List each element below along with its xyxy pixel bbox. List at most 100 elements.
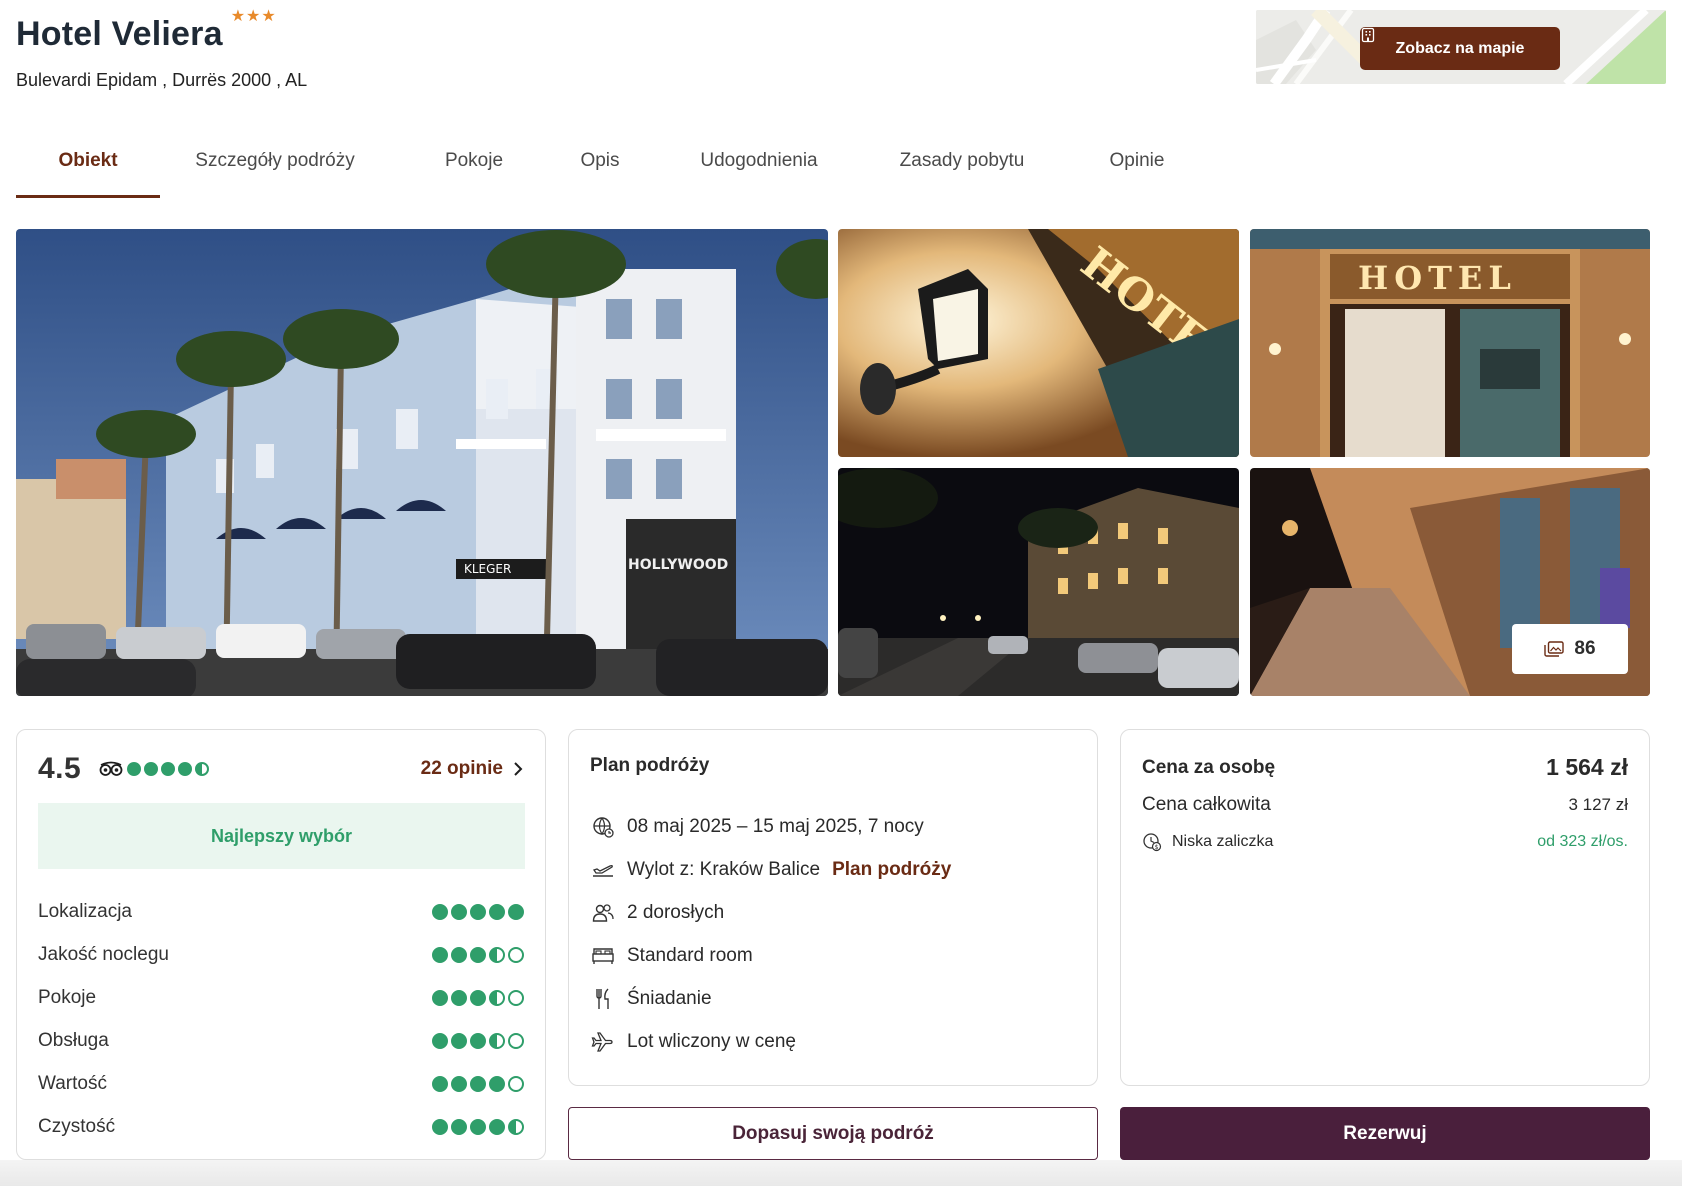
rating-row-dots — [432, 903, 524, 920]
plan-guests: 2 dorosłych — [627, 901, 725, 923]
hotel-name: Hotel Veliera — [16, 15, 223, 53]
hotel-exterior-photo: KLEGER HOLLYWOOD — [16, 229, 828, 696]
rating-dot — [470, 946, 486, 963]
rating-dot — [489, 1118, 505, 1135]
rating-row-label: Pokoje — [38, 986, 97, 1008]
building-icon — [1361, 27, 1375, 43]
plan-room: Standard room — [627, 944, 753, 966]
rating-dot — [489, 1075, 505, 1092]
rating-row-dots — [432, 1032, 524, 1049]
tab-label: Obiekt — [58, 150, 118, 171]
plan-item-departure: Wylot z: Kraków Balice Plan podróży — [590, 848, 1076, 891]
rating-row-dots — [432, 946, 524, 963]
rating-row-jakosc-noclegu: Jakość noclegu — [38, 933, 524, 976]
plan-item-flight-included: Lot wliczony w cenę — [590, 1020, 1076, 1063]
price-total-label: Cena całkowita — [1142, 794, 1271, 815]
rating-row-label: Jakość noclegu — [38, 943, 169, 965]
rating-dot — [470, 1075, 486, 1092]
bed-icon — [590, 943, 616, 969]
rating-dot — [432, 1032, 448, 1049]
price-per-person-row: Cena za osobę 1 564 zł — [1142, 754, 1628, 781]
rating-row-label: Obsługa — [38, 1029, 109, 1051]
price-card: Cena za osobę 1 564 zł Cena całkowita 3 … — [1120, 729, 1650, 1086]
rating-dot — [451, 1118, 467, 1135]
deposit-label: Niska zaliczka — [1172, 833, 1274, 850]
page-bottom-edge — [0, 1160, 1682, 1186]
rating-dot — [432, 1118, 448, 1135]
deposit-value: od 323 zł/os. — [1537, 833, 1628, 850]
rating-dot — [432, 903, 448, 920]
gallery-photo-entrance[interactable]: HOTEL — [1250, 229, 1650, 457]
rating-dot — [432, 946, 448, 963]
gallery-photo-arcade[interactable]: 86 — [1250, 468, 1650, 696]
rating-dot — [489, 946, 505, 963]
tab-pokoje[interactable]: Pokoje — [434, 140, 514, 198]
rating-row-dots — [432, 1118, 524, 1135]
rating-row-label: Lokalizacja — [38, 900, 132, 922]
rating-dot — [470, 989, 486, 1006]
star-icon: ★ — [246, 8, 261, 25]
kleger-sign: KLEGER — [464, 562, 511, 576]
rating-dot — [508, 903, 524, 920]
trip-plan-list: 08 maj 2025 – 15 maj 2025, 7 nocy Wylot … — [590, 805, 1076, 1063]
rating-row-dots — [432, 989, 524, 1006]
rating-dot — [432, 1075, 448, 1092]
rating-dot — [161, 762, 176, 776]
coin-clock-icon: $ — [1143, 833, 1162, 852]
images-icon — [1544, 641, 1565, 657]
rating-row-pokoje: Pokoje — [38, 976, 524, 1019]
plan-item-dates: 08 maj 2025 – 15 maj 2025, 7 nocy — [590, 805, 1076, 848]
deposit-info: $ Niska zaliczka — [1142, 832, 1273, 852]
plan-departure: Wylot z: Kraków Balice — [627, 858, 821, 880]
price-total-row: Cena całkowita 3 127 zł — [1142, 794, 1628, 816]
rating-dot — [470, 1118, 486, 1135]
tab-opinie[interactable]: Opinie — [1102, 140, 1172, 198]
gallery-photo-main[interactable]: KLEGER HOLLYWOOD — [16, 229, 828, 696]
tab-szczegoly-podrozy[interactable]: Szczegóły podróży — [185, 140, 365, 198]
reviews-link[interactable]: 22 opinie — [421, 758, 523, 780]
show-on-map-button[interactable]: Zobacz na mapie — [1360, 27, 1560, 70]
tab-zasady-pobytu[interactable]: Zasady pobytu — [892, 140, 1032, 198]
map-preview[interactable]: Zobacz na mapie — [1256, 10, 1666, 84]
rating-row-label: Wartość — [38, 1072, 107, 1094]
rating-dot — [508, 1118, 524, 1135]
rating-row-lokalizacja: Lokalizacja — [38, 890, 524, 933]
rating-header: 4.5 22 opinie — [38, 752, 523, 786]
plane-takeoff-icon — [590, 857, 616, 883]
rating-dot — [451, 1032, 467, 1049]
tab-opis[interactable]: Opis — [570, 140, 630, 198]
rating-row-czystosc: Czystość — [38, 1105, 524, 1148]
all-photos-button[interactable]: 86 — [1512, 624, 1628, 674]
tab-udogodnienia[interactable]: Udogodnienia — [694, 140, 824, 198]
rating-dot — [178, 762, 193, 776]
trip-plan-card: Plan podróży 08 maj 2025 – 15 maj 2025, … — [568, 729, 1098, 1086]
rating-dot — [489, 989, 505, 1006]
svg-text:$: $ — [1155, 844, 1159, 851]
plan-flight-included: Lot wliczony w cenę — [627, 1030, 796, 1052]
book-button[interactable]: Rezerwuj — [1120, 1107, 1650, 1160]
plan-details-link[interactable]: Plan podróży — [832, 859, 951, 881]
plan-item-room: Standard room — [590, 934, 1076, 977]
rating-dots — [127, 762, 210, 776]
hotel-header: Hotel Veliera ★ ★ ★ Bulevardi Epidam , D… — [16, 8, 1666, 90]
chevron-right-icon — [514, 762, 523, 776]
tab-obiekt[interactable]: Obiekt — [16, 140, 160, 198]
rating-dot — [195, 762, 210, 776]
customize-trip-button[interactable]: Dopasuj swoją podróż — [568, 1107, 1098, 1160]
tab-label: Szczegóły podróży — [195, 150, 355, 171]
plan-board: Śniadanie — [627, 987, 712, 1009]
rating-card: 4.5 22 opinie Najlepszy wybór Lokalizacj… — [16, 729, 546, 1160]
tab-label: Zasady pobytu — [899, 150, 1025, 171]
tab-label: Udogodnienia — [700, 150, 818, 171]
tripadvisor-owl-icon — [99, 761, 123, 776]
gallery-photo-night-street[interactable] — [838, 468, 1239, 696]
cutlery-icon — [590, 986, 616, 1012]
tab-label: Opis — [580, 150, 620, 171]
gallery-photo-lantern[interactable]: HOTEL — [838, 229, 1239, 457]
entrance-photo: HOTEL — [1250, 229, 1650, 457]
rating-row-wartosc: Wartość — [38, 1062, 524, 1105]
tab-label: Opinie — [1109, 150, 1165, 171]
star-icon: ★ — [261, 8, 276, 25]
rating-dot — [470, 1032, 486, 1049]
rating-dot — [451, 1075, 467, 1092]
